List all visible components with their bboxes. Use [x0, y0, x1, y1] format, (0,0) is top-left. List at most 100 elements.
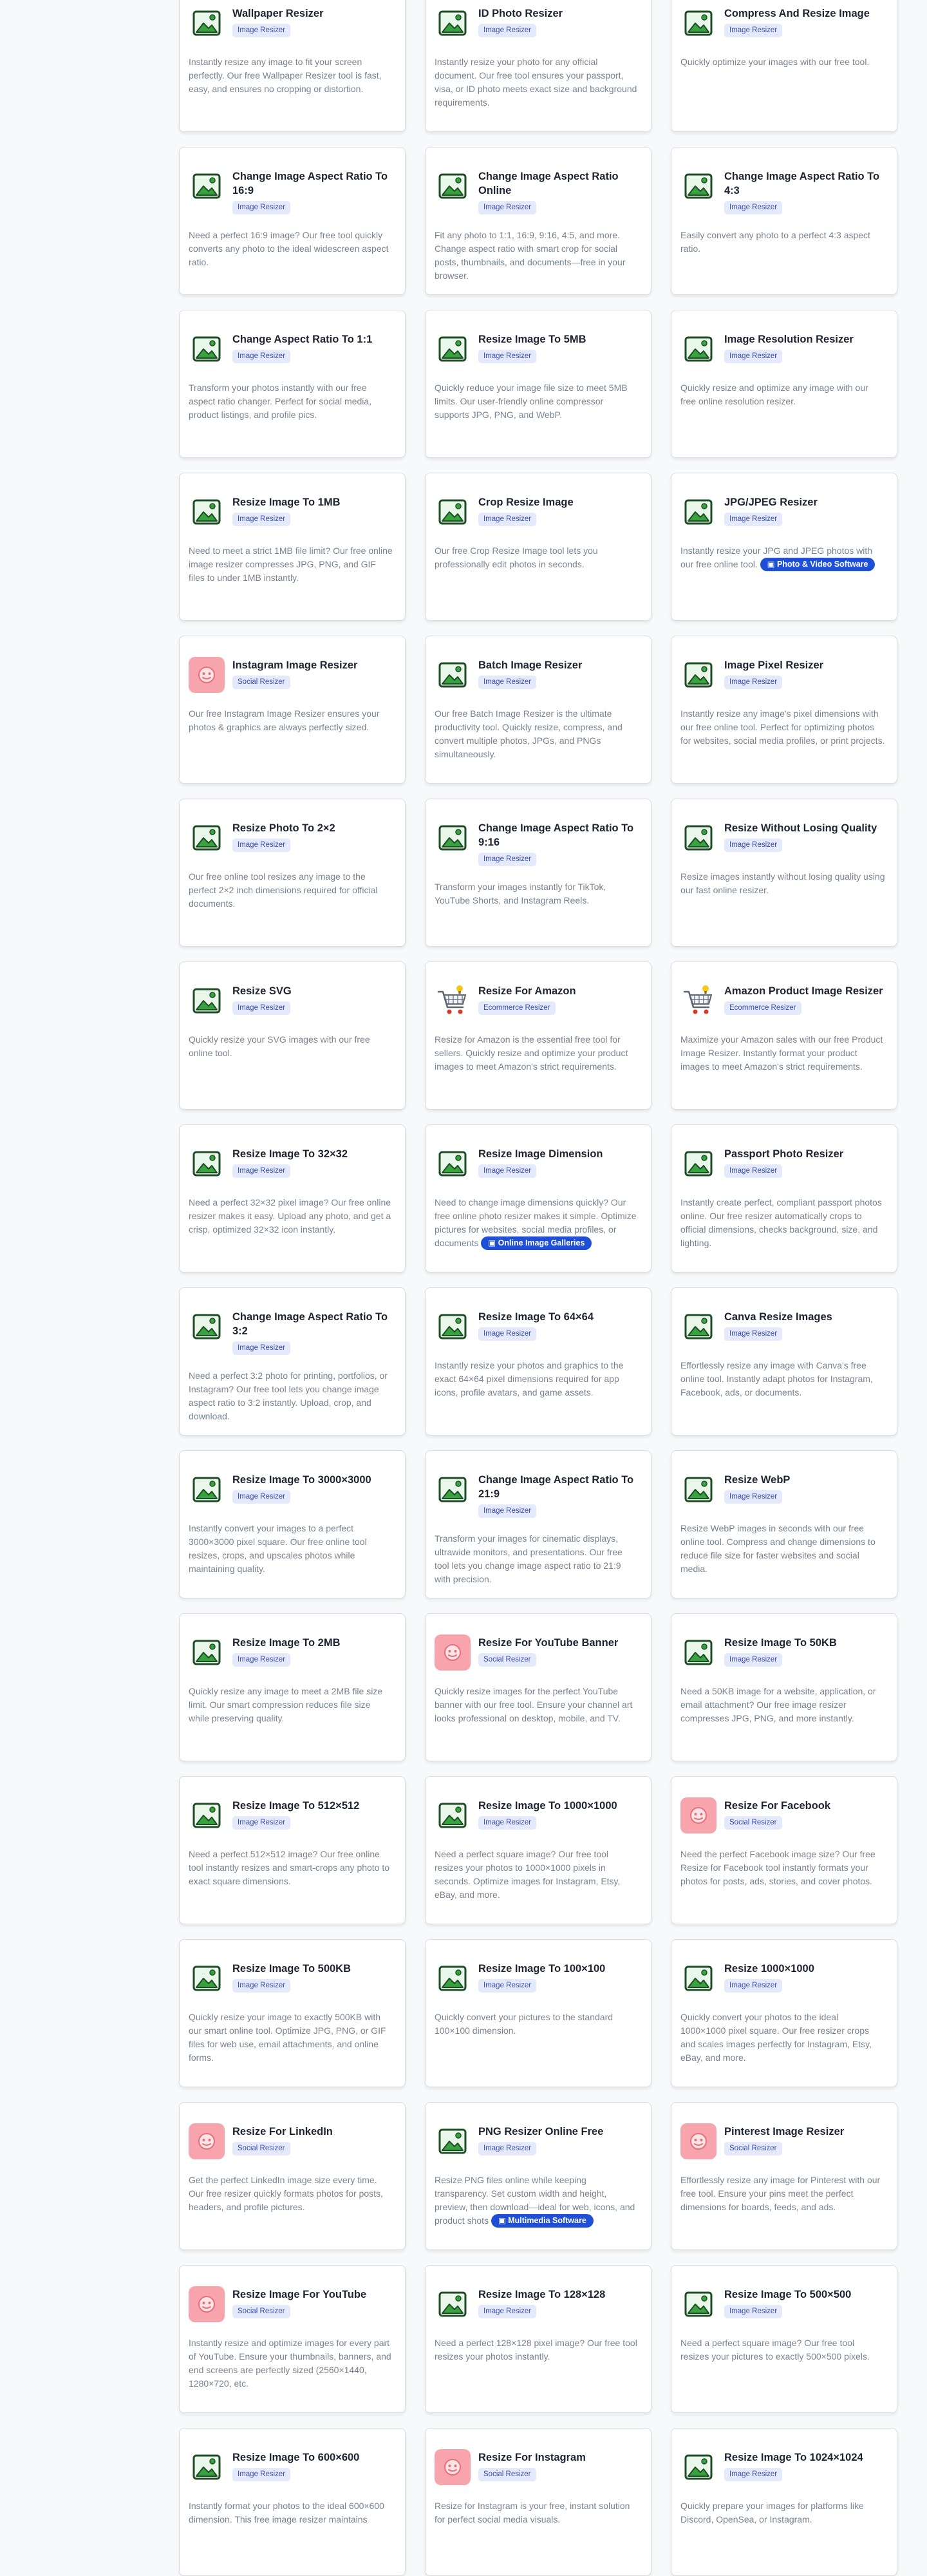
tool-card-title[interactable]: Wallpaper Resizer: [232, 6, 324, 21]
tool-card-title[interactable]: ID Photo Resizer: [478, 6, 563, 21]
tool-card-title[interactable]: Resize For Facebook: [724, 1799, 830, 1813]
tool-card-title[interactable]: Resize Photo To 2×2: [232, 821, 335, 835]
tool-card-title[interactable]: Batch Image Resizer: [478, 658, 582, 672]
tool-card[interactable]: Wallpaper Resizer Image Resizer Instantly …: [179, 0, 406, 132]
tool-card-title[interactable]: PNG Resizer Online Free: [478, 2125, 603, 2139]
tool-card-title[interactable]: Pinterest Image Resizer: [724, 2125, 844, 2139]
tool-card-title[interactable]: Resize Image To 512×512: [232, 1799, 359, 1813]
tool-card[interactable]: Resize Image To 128×128 Image Resizer Need…: [425, 2265, 651, 2413]
tool-card-title[interactable]: Change Image Aspect Ratio To 9:16: [478, 821, 642, 849]
tool-card[interactable]: Resize For Instagram Social Resizer Resize…: [425, 2428, 651, 2576]
tool-card[interactable]: PNG Resizer Online Free Image Resizer Resi…: [425, 2102, 651, 2250]
tool-card-title[interactable]: Resize Image Dimension: [478, 1147, 603, 1161]
tool-card[interactable]: Resize Image To 512×512 Image Resizer Need…: [179, 1776, 406, 1924]
category-tag-link[interactable]: ▣ Multimedia Software: [491, 2214, 594, 2228]
tool-card-title[interactable]: Resize For LinkedIn: [232, 2125, 333, 2139]
tool-card-title[interactable]: Change Image Aspect Ratio To 3:2: [232, 1310, 396, 1338]
tool-card-title[interactable]: Passport Photo Resizer: [724, 1147, 843, 1161]
tool-card-title[interactable]: Resize Image To 1000×1000: [478, 1799, 617, 1813]
tool-card-title[interactable]: Resize SVG: [232, 984, 292, 998]
tool-card-title[interactable]: Resize Image To 128×128: [478, 2287, 605, 2302]
tool-card-title[interactable]: Resize Image To 1024×1024: [724, 2450, 863, 2465]
tool-card-title[interactable]: Crop Resize Image: [478, 495, 574, 509]
tool-card-title[interactable]: Change Aspect Ratio To 1:1: [232, 332, 372, 346]
tool-card[interactable]: Resize Image To 5MB Image Resizer Quickly …: [425, 310, 651, 458]
tool-card-title[interactable]: Instagram Image Resizer: [232, 658, 357, 672]
tool-card-title[interactable]: Resize Image To 64×64: [478, 1310, 594, 1324]
tool-card[interactable]: Resize Image To 1024×1024 Image Resizer Qu…: [671, 2428, 897, 2576]
tool-card-title[interactable]: Resize 1000×1000: [724, 1962, 814, 1976]
tool-card[interactable]: Resize SVG Image Resizer Quickly resize yo…: [179, 961, 406, 1110]
tool-card-title[interactable]: Resize Image To 500KB: [232, 1962, 351, 1976]
tool-card-title[interactable]: Canva Resize Images: [724, 1310, 832, 1324]
tool-card[interactable]: Resize 1000×1000 Image Resizer Quickly con…: [671, 1939, 897, 2087]
tool-card[interactable]: Change Image Aspect Ratio To 21:9 Image R…: [425, 1450, 651, 1598]
tool-card[interactable]: Resize Photo To 2×2 Image Resizer Our free…: [179, 799, 406, 947]
tool-card-title[interactable]: Resize For YouTube Banner: [478, 1636, 618, 1650]
tool-card-title[interactable]: Resize For Instagram: [478, 2450, 586, 2465]
tool-card[interactable]: Change Image Aspect Ratio Online Image Re…: [425, 147, 651, 295]
tool-card[interactable]: Resize Image To 32×32 Image Resizer Need a…: [179, 1124, 406, 1273]
tool-card[interactable]: Crop Resize Image Image Resizer Our free C…: [425, 473, 651, 621]
tool-card-title[interactable]: Resize Image To 2MB: [232, 1636, 341, 1650]
tool-card[interactable]: Resize Image To 500×500 Image Resizer Need…: [671, 2265, 897, 2413]
tool-card-title[interactable]: JPG/JPEG Resizer: [724, 495, 818, 509]
tool-card[interactable]: Resize WebP Image Resizer Resize WebP imag…: [671, 1450, 897, 1598]
tool-card[interactable]: Passport Photo Resizer Image Resizer Insta…: [671, 1124, 897, 1273]
tool-card[interactable]: Resize Image To 500KB Image Resizer Quickl…: [179, 1939, 406, 2087]
tool-card[interactable]: ID Photo Resizer Image Resizer Instantly r…: [425, 0, 651, 132]
tool-card[interactable]: Resize For LinkedIn Social Resizer Get the…: [179, 2102, 406, 2250]
tool-card-title[interactable]: Resize Image To 600×600: [232, 2450, 359, 2465]
tool-card[interactable]: Resize Image To 1000×1000 Image Resizer Ne…: [425, 1776, 651, 1924]
tool-card[interactable]: Resize For Facebook Social Resizer Need th…: [671, 1776, 897, 1924]
tool-card[interactable]: Resize For YouTube Banner Social Resizer Q…: [425, 1613, 651, 1761]
tool-card[interactable]: Change Image Aspect Ratio To 3:2 Image Re…: [179, 1287, 406, 1435]
tool-card[interactable]: Instagram Image Resizer Social Resizer Our…: [179, 636, 406, 784]
tool-card[interactable]: Change Aspect Ratio To 1:1 Image Resizer T…: [179, 310, 406, 458]
tool-card-title[interactable]: Resize Image To 1MB: [232, 495, 341, 509]
tool-card[interactable]: Canva Resize Images Image Resizer Effortle…: [671, 1287, 897, 1435]
tool-card-title[interactable]: Resize Image To 32×32: [232, 1147, 348, 1161]
tool-card-title[interactable]: Resize Image To 3000×3000: [232, 1473, 371, 1487]
tool-card-title[interactable]: Change Image Aspect Ratio To 16:9: [232, 169, 396, 198]
tool-card[interactable]: Resize For Amazon Ecommerce Resizer Resize…: [425, 961, 651, 1110]
tool-card-title[interactable]: Resize Image To 100×100: [478, 1962, 605, 1976]
category-badge: Image Resizer: [232, 513, 291, 526]
tool-card[interactable]: Resize Without Losing Quality Image Resiz…: [671, 799, 897, 947]
tool-card[interactable]: Change Image Aspect Ratio To 16:9 Image R…: [179, 147, 406, 295]
tool-card-title[interactable]: Image Resolution Resizer: [724, 332, 854, 346]
tool-card-title[interactable]: Resize WebP: [724, 1473, 790, 1487]
tool-card[interactable]: Resize Image To 600×600 Image Resizer Inst…: [179, 2428, 406, 2576]
tool-card-title[interactable]: Resize Image To 5MB: [478, 332, 586, 346]
tool-card[interactable]: Image Pixel Resizer Image Resizer Instantl…: [671, 636, 897, 784]
tool-card[interactable]: Resize Image To 3000×3000 Image Resizer In…: [179, 1450, 406, 1598]
tool-card[interactable]: Batch Image Resizer Image Resizer Our free…: [425, 636, 651, 784]
category-tag-link[interactable]: ▣ Photo & Video Software: [760, 558, 876, 571]
tool-card-title[interactable]: Change Image Aspect Ratio To 21:9: [478, 1473, 642, 1501]
tool-card-title[interactable]: Change Image Aspect Ratio To 4:3: [724, 169, 888, 198]
tool-card[interactable]: Change Image Aspect Ratio To 9:16 Image R…: [425, 799, 651, 947]
tool-card-title[interactable]: Image Pixel Resizer: [724, 658, 823, 672]
tool-card-title[interactable]: Resize Image To 50KB: [724, 1636, 837, 1650]
tool-card[interactable]: Resize Image To 50KB Image Resizer Need a …: [671, 1613, 897, 1761]
tool-card[interactable]: Resize Image Dimension Image Resizer Need …: [425, 1124, 651, 1273]
tool-card[interactable]: Resize Image For YouTube Social Resizer In…: [179, 2265, 406, 2413]
tool-card-title[interactable]: Resize For Amazon: [478, 984, 576, 998]
tool-card[interactable]: Pinterest Image Resizer Social Resizer Eff…: [671, 2102, 897, 2250]
tool-card[interactable]: Resize Image To 100×100 Image Resizer Quic…: [425, 1939, 651, 2087]
tool-card-title[interactable]: Amazon Product Image Resizer: [724, 984, 883, 998]
tool-card[interactable]: Resize Image To 2MB Image Resizer Quickly …: [179, 1613, 406, 1761]
tool-card[interactable]: Change Image Aspect Ratio To 4:3 Image Re…: [671, 147, 897, 295]
tool-card-title[interactable]: Change Image Aspect Ratio Online: [478, 169, 642, 198]
tool-card[interactable]: JPG/JPEG Resizer Image Resizer Instantly r…: [671, 473, 897, 621]
tool-card-title[interactable]: Resize Without Losing Quality: [724, 821, 877, 835]
tool-card[interactable]: Amazon Product Image Resizer Ecommerce Re…: [671, 961, 897, 1110]
tool-card[interactable]: Compress And Resize Image Image Resizer Qu…: [671, 0, 897, 132]
tool-card-title[interactable]: Resize Image To 500×500: [724, 2287, 851, 2302]
category-tag-link[interactable]: ▣ Online Image Galleries: [481, 1236, 592, 1250]
tool-card[interactable]: Resize Image To 64×64 Image Resizer Instan…: [425, 1287, 651, 1435]
tool-card-title[interactable]: Compress And Resize Image: [724, 6, 870, 21]
tool-card-title[interactable]: Resize Image For YouTube: [232, 2287, 366, 2302]
tool-card[interactable]: Image Resolution Resizer Image Resizer Qui…: [671, 310, 897, 458]
tool-card[interactable]: Resize Image To 1MB Image Resizer Need to …: [179, 473, 406, 621]
